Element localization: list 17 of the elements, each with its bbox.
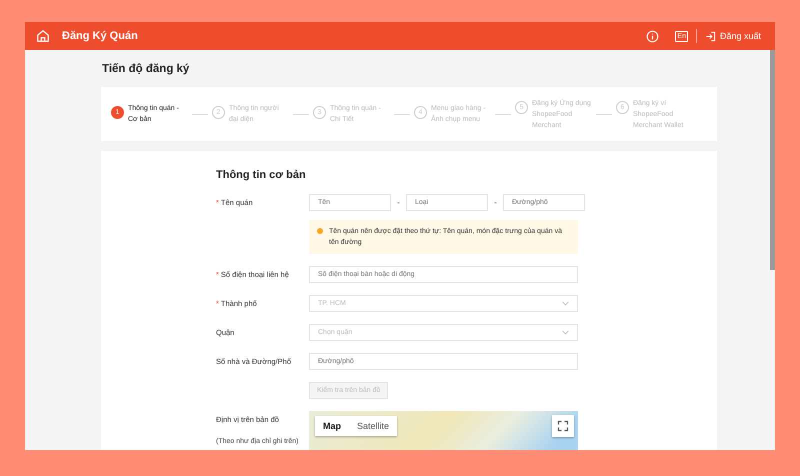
logout-icon: [704, 30, 716, 42]
fullscreen-icon: [557, 420, 569, 432]
separator-text: -: [396, 198, 401, 207]
progress-title: Tiến độ đăng ký: [102, 63, 190, 75]
scrollbar[interactable]: [770, 50, 775, 270]
warning-icon: [317, 228, 323, 234]
map-type-tab[interactable]: Satellite: [349, 416, 398, 436]
fullscreen-button[interactable]: [552, 415, 574, 437]
map-type-tab[interactable]: Map: [315, 416, 349, 436]
form-title: Thông tin cơ bản: [216, 169, 307, 181]
separator-text: -: [493, 198, 498, 207]
chevron-icon: [562, 301, 569, 306]
app-title: Đăng Ký Quán: [62, 30, 138, 42]
home-icon: [36, 29, 50, 43]
info-icon[interactable]: [646, 30, 660, 42]
logout-button[interactable]: Đăng xuất: [704, 30, 761, 42]
chevron-icon: [562, 330, 569, 335]
